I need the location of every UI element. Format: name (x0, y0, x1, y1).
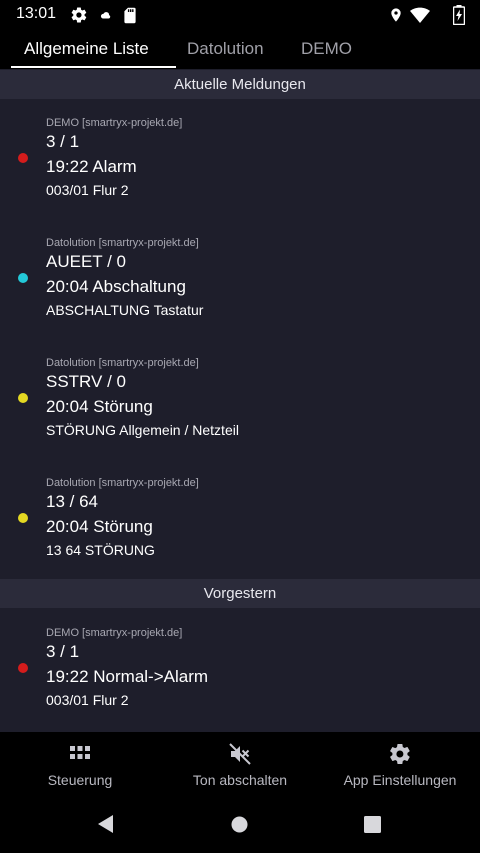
volume-off-icon (229, 743, 251, 765)
recents-icon[interactable] (364, 816, 381, 833)
nav-settings-button[interactable]: App Einstellungen (320, 732, 480, 796)
message-detail: 003/01 Flur 2 (46, 692, 129, 708)
status-dot (18, 513, 28, 523)
message-source: DEMO [smartryx-projekt.de] (46, 627, 183, 639)
wifi-icon (410, 7, 430, 23)
tab-demo[interactable]: DEMO (301, 39, 352, 59)
gear-icon (71, 7, 87, 23)
status-bar: 13:01 (0, 0, 480, 30)
message-id: 3 / 1 (46, 132, 80, 151)
cloud-icon (100, 12, 111, 19)
nav-mute-button[interactable]: Ton abschalten (160, 732, 320, 796)
message-time-event: 19:22 Alarm (46, 157, 137, 176)
settings-icon (390, 743, 410, 765)
battery-icon (453, 5, 465, 25)
message-time-event: 20:04 Störung (46, 517, 153, 536)
grid-icon (70, 746, 90, 759)
message-time-event: 19:22 Normal->Alarm (46, 667, 209, 686)
system-navigation-bar (0, 796, 480, 853)
location-icon (391, 8, 401, 22)
message-id: AUEET / 0 (46, 252, 126, 271)
section-header-current: Aktuelle Meldungen (0, 70, 480, 99)
message-id: 3 / 1 (46, 642, 80, 661)
message-time-event: 20:04 Störung (46, 397, 153, 416)
sd-card-icon (124, 7, 136, 24)
active-tab-indicator (11, 66, 176, 68)
nav-label: Steuerung (47, 772, 113, 788)
message-item[interactable]: Datolution [smartryx-projekt.de] SSTRV /… (0, 357, 480, 477)
status-dot (18, 153, 28, 163)
status-time: 13:01 (16, 5, 57, 22)
tab-datolution[interactable]: Datolution (187, 39, 264, 59)
status-dot (18, 393, 28, 403)
nav-label: App Einstellungen (343, 772, 457, 788)
nav-steuerung-button[interactable]: Steuerung (0, 732, 160, 796)
tab-bar: Allgemeine Liste Datolution DEMO (0, 30, 480, 69)
back-icon[interactable] (96, 814, 116, 834)
message-item[interactable]: DEMO [smartryx-projekt.de] 3 / 1 19:22 A… (0, 117, 480, 237)
status-dot (18, 663, 28, 673)
message-detail: STÖRUNG Allgemein / Netzteil (46, 422, 239, 438)
message-item[interactable]: DEMO [smartryx-projekt.de] 3 / 1 19:22 N… (0, 627, 480, 727)
message-source: DEMO [smartryx-projekt.de] (46, 117, 183, 129)
message-id: 13 / 64 (46, 492, 98, 511)
message-source: Datolution [smartryx-projekt.de] (46, 357, 199, 369)
message-detail: 003/01 Flur 2 (46, 182, 129, 198)
status-dot (18, 273, 28, 283)
message-source: Datolution [smartryx-projekt.de] (46, 477, 199, 489)
message-detail: 13 64 STÖRUNG (46, 542, 155, 558)
bottom-navigation: Steuerung Ton abschalten App Einstellung… (0, 732, 480, 796)
message-detail: ABSCHALTUNG Tastatur (46, 302, 204, 318)
home-icon[interactable] (231, 816, 248, 833)
section-header-vorgestern: Vorgestern (0, 579, 480, 608)
message-time-event: 20:04 Abschaltung (46, 277, 186, 296)
tab-allgemeine-liste[interactable]: Allgemeine Liste (24, 39, 149, 59)
message-id: SSTRV / 0 (46, 372, 126, 391)
message-item[interactable]: Datolution [smartryx-projekt.de] AUEET /… (0, 237, 480, 357)
nav-label: Ton abschalten (192, 772, 288, 788)
message-source: Datolution [smartryx-projekt.de] (46, 237, 199, 249)
